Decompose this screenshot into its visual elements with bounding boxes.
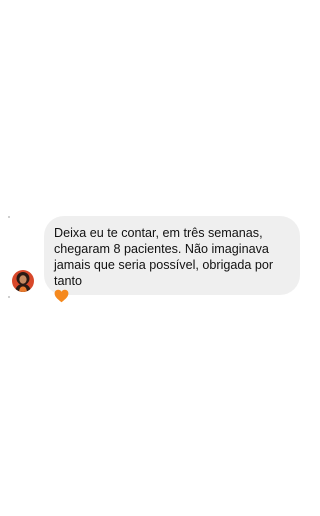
avatar[interactable]	[12, 270, 34, 292]
chat-area: Deixa eu te contar, em três semanas, che…	[0, 0, 303, 516]
orange-heart-icon	[54, 289, 69, 303]
message-text: Deixa eu te contar, em três semanas, che…	[54, 225, 290, 305]
message-bubble[interactable]: Deixa eu te contar, em três semanas, che…	[44, 216, 300, 303]
received-message-row: Deixa eu te contar, em três semanas, che…	[10, 216, 302, 303]
profile-photo-icon	[12, 270, 34, 292]
message-text-content: Deixa eu te contar, em três semanas, che…	[54, 226, 277, 288]
